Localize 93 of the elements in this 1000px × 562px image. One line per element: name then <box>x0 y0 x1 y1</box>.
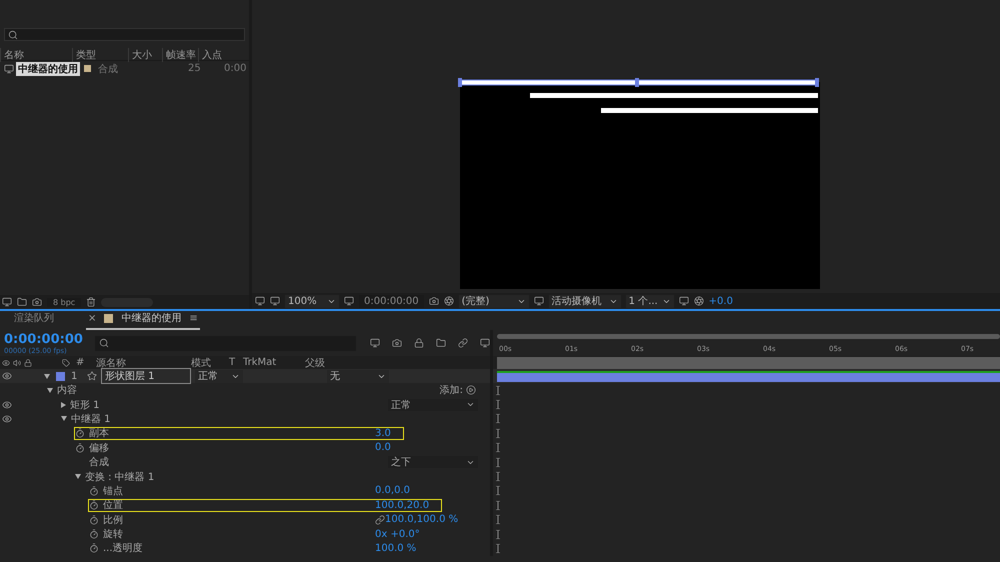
resolution-dropdown[interactable]: (完整) <box>458 294 529 308</box>
eye-icon <box>2 358 10 366</box>
layer-bar[interactable] <box>497 370 1000 382</box>
monitor-icon[interactable] <box>270 296 280 306</box>
mode-dropdown[interactable]: 之下 <box>388 456 478 468</box>
item-in-point: 0:00 <box>224 63 246 74</box>
mode-dropdown[interactable]: 正常 <box>388 398 478 411</box>
mode-dropdown[interactable]: 正常 <box>195 370 243 382</box>
property-name: 合成 <box>89 456 109 470</box>
star-icon <box>87 371 97 381</box>
search-icon <box>98 338 109 348</box>
property-value[interactable]: 0.0 <box>375 442 403 454</box>
snapshot-icon[interactable] <box>428 296 439 306</box>
property-value[interactable]: 0x +0.0° <box>375 528 432 540</box>
stopwatch-icon[interactable] <box>89 529 99 540</box>
item-type: 合成 <box>98 62 119 76</box>
current-timecode[interactable]: 0:00:00:00 <box>4 332 83 346</box>
views-dropdown[interactable]: 1 个... <box>626 294 674 308</box>
time-marker-icon <box>496 428 500 438</box>
property-name: 锚点 <box>103 484 123 498</box>
stopwatch-icon[interactable] <box>89 543 99 554</box>
menu-glyph[interactable]: ≡ <box>189 312 198 324</box>
tab-label: 渲染队列 <box>14 312 54 325</box>
composition-icon <box>4 64 14 74</box>
time-marker-icon <box>496 515 500 524</box>
time-marker-icon <box>496 486 500 496</box>
time-marker-icon <box>496 458 500 467</box>
property-value[interactable]: 0.0,0.0 <box>375 485 422 496</box>
layer-index: 1 <box>71 370 78 382</box>
column-header[interactable]: 大小 <box>128 48 162 62</box>
property-name: 位置 <box>103 498 123 512</box>
tab-label: 中继器的使用 <box>121 312 182 325</box>
add-label[interactable]: 添加: <box>440 383 463 398</box>
tag-icon <box>62 358 70 366</box>
exposure-value[interactable]: +0.0 <box>708 296 733 306</box>
property-value[interactable]: 100.0,100.0 % <box>385 514 470 526</box>
column-header[interactable]: # <box>76 357 96 368</box>
camera-dropdown[interactable]: 活动摄像机 <box>548 294 621 308</box>
stopwatch-icon[interactable] <box>89 500 99 510</box>
column-header[interactable]: T <box>229 357 243 368</box>
time-marker-icon <box>496 544 500 553</box>
time-marker-icon <box>496 500 500 510</box>
column-header[interactable]: 入点 <box>198 48 228 62</box>
property-name: 副本 <box>89 426 109 440</box>
property-name: 比例 <box>103 514 123 527</box>
property-value[interactable]: 3.0 <box>375 428 403 439</box>
eye-icon[interactable] <box>2 400 12 410</box>
search-icon <box>8 30 18 40</box>
column-header[interactable]: TrkMat <box>243 357 305 368</box>
column-header[interactable]: 父级 <box>305 356 375 370</box>
search-field[interactable] <box>94 336 356 350</box>
lock-icon <box>24 358 32 366</box>
column-header[interactable]: 帧速率 <box>162 48 198 62</box>
column-header[interactable]: 模式 <box>191 356 229 370</box>
expand-arrow-icon[interactable] <box>75 474 81 480</box>
property-name: ...透明度 <box>103 542 143 556</box>
expand-arrow-icon[interactable] <box>61 416 67 422</box>
property-name: 中继器 1 <box>71 412 111 426</box>
trash-icon[interactable] <box>86 297 96 307</box>
link-icon[interactable] <box>375 514 385 525</box>
property-name: 内容 <box>57 384 77 398</box>
property-value[interactable]: 100.0,20.0 <box>375 500 442 511</box>
work-area-bar[interactable] <box>497 356 1000 368</box>
add-icon[interactable] <box>466 385 476 396</box>
layer-color[interactable] <box>56 372 65 380</box>
close-glyph[interactable]: × <box>88 312 96 324</box>
stopwatch-icon[interactable] <box>75 428 85 438</box>
time-marker-icon <box>496 386 500 395</box>
panel-tab[interactable]: 渲染队列 <box>12 311 56 330</box>
time-marker-icon <box>496 414 500 424</box>
property-name: 变换 : 中继器 1 <box>85 470 154 484</box>
zoom-dropdown[interactable]: 100% <box>285 294 339 308</box>
column-header[interactable]: 源名称 <box>96 356 191 370</box>
folder-icon[interactable] <box>17 297 27 307</box>
stopwatch-icon[interactable] <box>89 514 99 525</box>
property-value[interactable]: 100.0 % <box>375 542 428 554</box>
audio-icon <box>13 358 21 366</box>
eye-icon[interactable] <box>2 414 12 424</box>
property-name: 矩形 1 <box>70 398 100 412</box>
stopwatch-icon[interactable] <box>75 442 85 453</box>
eye-icon[interactable] <box>2 371 12 381</box>
time-marker-icon <box>496 400 500 410</box>
property-name: 旋转 <box>103 528 123 542</box>
property-name: 偏移 <box>89 442 109 455</box>
parent-dropdown[interactable]: 无 <box>327 370 389 382</box>
item-fps: 25 <box>188 63 202 74</box>
time-marker-icon <box>496 472 500 482</box>
search-field[interactable] <box>4 28 245 41</box>
stopwatch-icon[interactable] <box>89 486 99 496</box>
layer-name[interactable]: 形状图层 1 <box>101 368 191 384</box>
time-marker-icon <box>496 443 500 452</box>
time-marker-icon <box>496 530 500 539</box>
item-name[interactable]: 中继器的使用 <box>16 62 80 76</box>
